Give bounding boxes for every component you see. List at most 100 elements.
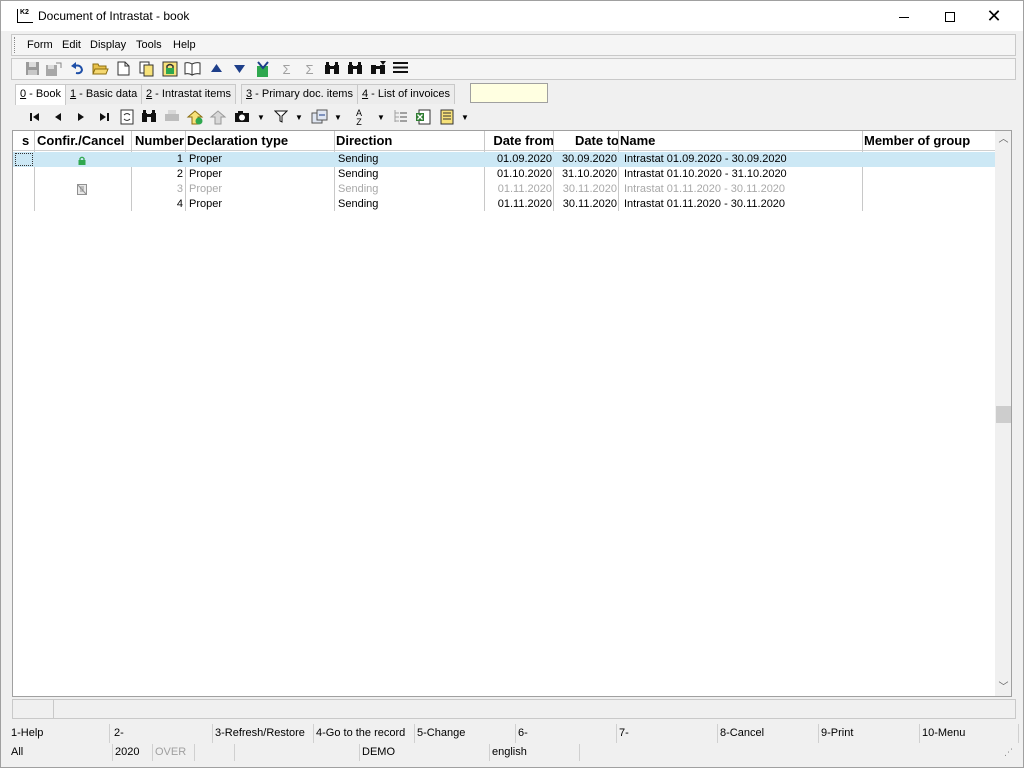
- filter-icon[interactable]: [272, 109, 290, 127]
- remove-icon[interactable]: [209, 109, 227, 127]
- row-selection-box[interactable]: [15, 153, 33, 166]
- cell-member-of-group: [866, 197, 994, 212]
- next-record-icon[interactable]: [72, 109, 90, 127]
- column-header-direction[interactable]: Direction: [336, 131, 484, 151]
- fkey-2[interactable]: 2-: [112, 724, 213, 743]
- report-icon[interactable]: [438, 109, 456, 127]
- cell-date-to: 30.11.2020: [562, 198, 617, 210]
- sum-filter-icon[interactable]: Σ: [301, 61, 318, 78]
- table-row[interactable]: 1 Proper Sending 01.09.2020 30.09.2020 I…: [13, 152, 995, 167]
- scroll-up-icon[interactable]: ︿: [995, 131, 1011, 148]
- table-row[interactable]: 4 Proper Sending 01.11.2020 30.11.2020 I…: [13, 197, 995, 212]
- sort-dropdown-icon[interactable]: ▼: [372, 109, 390, 127]
- sum-icon[interactable]: Σ: [278, 61, 295, 78]
- tree-icon[interactable]: [391, 109, 409, 127]
- table-header: s Confir./Cancel Number Declaration type…: [13, 131, 995, 151]
- fkey-refresh-restore[interactable]: 3-Refresh/Restore: [213, 724, 314, 743]
- menu-tools[interactable]: Tools: [136, 39, 162, 51]
- lock-icon[interactable]: [161, 61, 178, 78]
- cell-member-of-group: [866, 167, 994, 182]
- report-dropdown-icon[interactable]: ▼: [456, 109, 474, 127]
- print-icon[interactable]: [163, 109, 181, 127]
- cell-number: 1: [176, 153, 183, 165]
- column-header-date-from[interactable]: Date from: [485, 131, 554, 151]
- column-header-member-of-group[interactable]: Member of group: [864, 131, 994, 151]
- column-header-number[interactable]: Number: [135, 131, 187, 151]
- column-header-s[interactable]: s: [22, 131, 34, 151]
- status-filter: All: [9, 744, 113, 761]
- fkey-change[interactable]: 5-Change: [415, 724, 516, 743]
- column-header-name[interactable]: Name: [620, 131, 862, 151]
- menu-display[interactable]: Display: [90, 39, 126, 51]
- maximize-button[interactable]: [927, 1, 973, 31]
- find-icon[interactable]: [140, 109, 158, 127]
- resize-grip-icon[interactable]: ⋰: [1004, 747, 1016, 759]
- summary-divider: [53, 700, 54, 718]
- add-icon[interactable]: [186, 109, 204, 127]
- excel-icon[interactable]: [414, 109, 432, 127]
- menu-edit[interactable]: Edit: [62, 39, 81, 51]
- table-row[interactable]: 3 Proper Sending 01.11.2020 30.11.2020 I…: [13, 182, 995, 197]
- cell-date-to: 30.11.2020: [562, 183, 617, 195]
- import-icon[interactable]: [254, 61, 271, 78]
- fkey-print[interactable]: 9-Print: [819, 724, 920, 743]
- window-title: Document of Intrastat - book: [38, 9, 190, 23]
- undo-icon[interactable]: [69, 61, 86, 78]
- tab-list-of-invoices[interactable]: 4 - List of invoices: [357, 84, 456, 104]
- menu-lines-icon[interactable]: [392, 61, 409, 78]
- refresh-icon[interactable]: [118, 109, 136, 127]
- cell-name: Intrastat 01.11.2020 - 30.11.2020: [624, 198, 786, 210]
- minimize-button[interactable]: [881, 1, 927, 31]
- tab-basic-data[interactable]: 1 - Basic data: [65, 84, 143, 104]
- menu-form[interactable]: Form: [27, 39, 53, 51]
- tab-intrastat-items[interactable]: 2 - Intrastat items: [141, 84, 236, 104]
- cell-declaration-type: Proper: [189, 153, 223, 165]
- previous-record-icon[interactable]: [49, 109, 67, 127]
- filter-dropdown-icon[interactable]: ▼: [290, 109, 308, 127]
- scrollbar-thumb[interactable]: [996, 406, 1011, 423]
- binoculars-next-icon[interactable]: [346, 61, 363, 78]
- table-row[interactable]: 2 Proper Sending 01.10.2020 31.10.2020 I…: [13, 167, 995, 182]
- quick-search-field[interactable]: [470, 83, 548, 103]
- fkey-menu[interactable]: 10-Menu: [920, 724, 1019, 743]
- cell-member-of-group: [866, 152, 994, 167]
- binoculars-icon[interactable]: [323, 61, 340, 78]
- open-folder-icon[interactable]: [92, 61, 109, 78]
- copy-columns-dropdown-icon[interactable]: ▼: [329, 109, 347, 127]
- tab-book[interactable]: 0 - Book: [15, 84, 66, 105]
- cell-declaration-type: Proper: [189, 198, 223, 210]
- copy-icon[interactable]: [138, 61, 155, 78]
- arrow-up-icon[interactable]: [208, 61, 225, 78]
- fkey-7[interactable]: 7-: [617, 724, 718, 743]
- camera-dropdown-icon[interactable]: ▼: [252, 109, 270, 127]
- status-empty: [195, 744, 235, 761]
- book-icon[interactable]: [184, 61, 201, 78]
- cell-declaration-type: Proper: [189, 183, 223, 195]
- scroll-down-icon[interactable]: ﹀: [995, 679, 1011, 696]
- save-icon[interactable]: [24, 61, 41, 78]
- column-header-confir-cancel[interactable]: Confir./Cancel: [37, 131, 133, 151]
- book-table: s Confir./Cancel Number Declaration type…: [12, 130, 1012, 697]
- column-header-date-to[interactable]: Date to: [555, 131, 619, 151]
- fkey-help[interactable]: 1-Help: [9, 724, 110, 743]
- fkey-go-to-record[interactable]: 4-Go to the record: [314, 724, 415, 743]
- last-record-icon[interactable]: [95, 109, 113, 127]
- save-as-icon[interactable]: [45, 61, 62, 78]
- binoculars-filter-icon[interactable]: [369, 61, 386, 78]
- menu-grip[interactable]: [14, 37, 18, 53]
- cell-number: 4: [176, 198, 183, 210]
- sort-icon[interactable]: AZ: [350, 109, 368, 127]
- column-header-declaration-type[interactable]: Declaration type: [187, 131, 335, 151]
- tab-primary-doc-items[interactable]: 3 - Primary doc. items: [241, 84, 358, 104]
- arrow-down-icon[interactable]: [231, 61, 248, 78]
- vertical-scrollbar[interactable]: ︿ ﹀: [995, 131, 1011, 696]
- close-button[interactable]: ✕: [971, 1, 1017, 31]
- menu-help[interactable]: Help: [173, 39, 196, 51]
- new-document-icon[interactable]: [115, 61, 132, 78]
- minimize-icon: [899, 16, 909, 18]
- camera-icon[interactable]: [233, 109, 251, 127]
- fkey-6[interactable]: 6-: [516, 724, 617, 743]
- copy-columns-icon[interactable]: [310, 109, 328, 127]
- fkey-cancel[interactable]: 8-Cancel: [718, 724, 819, 743]
- first-record-icon[interactable]: [26, 109, 44, 127]
